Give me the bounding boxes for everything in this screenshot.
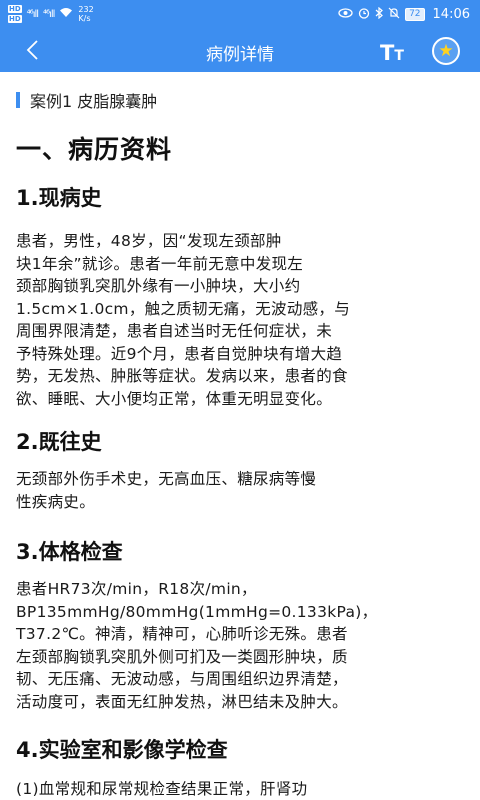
mute-icon [388,7,400,22]
signal-icon-1: ⁴⁶ıll [26,8,39,20]
app-bar: 病例详情 T T ★ [0,28,480,72]
battery-icon: 72 [405,7,425,21]
heading-lab-imaging: 4.实验室和影像学检查 [16,738,228,762]
paragraph-present-history: 患者，男性，48岁，因“发现左颈部肿 块1年余”就诊。患者一年前无意中发现左 颈… [16,232,351,408]
network-speed: 232 K/s [78,5,93,23]
font-size-icon-small: T [394,48,404,64]
paragraph-lab-imaging: (1)血常规和尿常规检查结果正常，肝肾功 [16,780,308,798]
font-size-button[interactable]: T T [380,36,414,64]
wifi-icon [59,7,73,21]
speed-unit: K/s [78,14,91,23]
heading-past-history: 2.既往史 [16,430,102,454]
status-left: HD HD ⁴⁶ıll ⁴⁶ıll 232 K/s [8,4,94,24]
star-icon: ★ [438,41,454,61]
font-size-icon-large: T [380,41,395,65]
section-title: 一、病历资料 [16,135,173,164]
case-header: 案例1 皮脂腺囊肿 [16,90,158,111]
case-title: 案例1 皮脂腺囊肿 [30,92,158,111]
hd-badges: HD HD [8,4,22,24]
hd-badge-2: HD [8,15,22,23]
status-bar: HD HD ⁴⁶ıll ⁴⁶ıll 232 K/s 72 14:06 [0,0,480,28]
paragraph-physical-exam: 患者HR73次/min，R18次/min， BP135mmHg/80mmHg(1… [16,580,378,711]
case-accent-bar [16,92,20,108]
clock: 14:06 [432,6,470,22]
eye-icon [338,7,353,21]
heading-physical-exam: 3.体格检查 [16,540,123,564]
signal-icon-2: ⁴⁶ıll [43,8,55,20]
favorite-button[interactable]: ★ [432,37,460,65]
hd-badge-1: HD [8,5,22,13]
bluetooth-icon [375,6,383,22]
paragraph-past-history: 无颈部外伤手术史，无高血压、糖尿病等慢 性疾病史。 [16,470,317,511]
alarm-icon [358,7,370,22]
heading-present-history: 1.现病史 [16,186,102,210]
speed-value: 232 [78,5,94,14]
status-right: 72 14:06 [338,6,470,22]
case-content[interactable]: 案例1 皮脂腺囊肿 一、病历资料 1.现病史 患者，男性，48岁，因“发现左颈部… [0,72,480,800]
